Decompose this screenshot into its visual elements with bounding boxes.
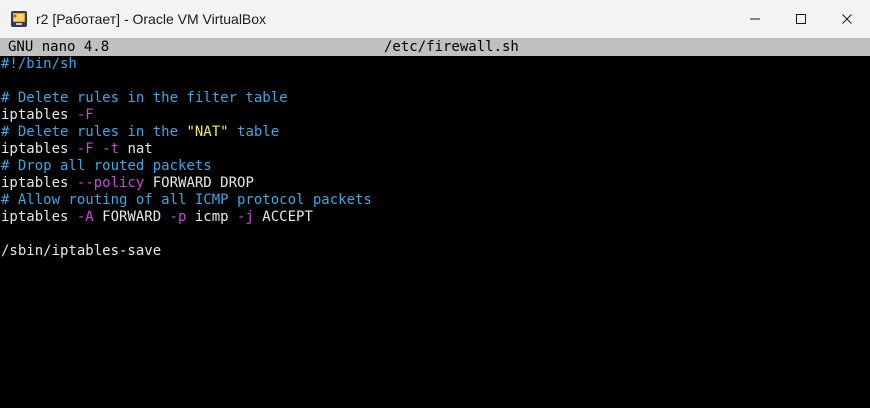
maximize-icon <box>796 14 806 24</box>
code-token: icmp <box>186 209 238 225</box>
code-token: ACCEPT <box>253 209 313 225</box>
code-token: # Drop all routed packets <box>1 158 212 174</box>
code-token: nat <box>119 141 153 157</box>
code-token: iptables <box>1 107 77 123</box>
close-icon <box>842 14 852 24</box>
minimize-icon <box>750 18 760 20</box>
code-token: -A <box>76 209 94 225</box>
code-token: # Allow routing of all ICMP protocol pac… <box>1 192 372 208</box>
window-title: r2 [Работает] - Oracle VM VirtualBox <box>36 11 267 27</box>
code-token: # Delete rules in the <box>1 124 187 140</box>
editor-line: iptables -A FORWARD -p icmp -j ACCEPT <box>0 209 870 226</box>
nano-filename: /etc/firewall.sh <box>384 39 519 55</box>
nano-version: GNU nano 4.8 <box>8 39 110 55</box>
virtualbox-window: r2 [Работает] - Oracle VM VirtualBox GNU… <box>0 0 870 408</box>
code-token: -t <box>102 141 120 157</box>
minimize-button[interactable] <box>732 0 778 38</box>
editor-line: #!/bin/sh <box>0 56 870 73</box>
nano-title-bar: GNU nano 4.8 /etc/firewall.sh <box>0 38 870 56</box>
code-token: FORWARD <box>93 209 170 225</box>
code-token: -j <box>237 209 254 225</box>
code-token: -p <box>169 209 187 225</box>
code-token: --policy <box>76 175 145 191</box>
editor-line: # Drop all routed packets <box>0 158 870 175</box>
editor-line: iptables -F <box>0 107 870 124</box>
code-token: # Delete rules in the filter table <box>1 90 288 106</box>
editor-line: # Delete rules in the filter table <box>0 90 870 107</box>
editor-line: iptables -F -t nat <box>0 141 870 158</box>
code-token: iptables <box>1 141 77 157</box>
virtualbox-icon <box>11 11 27 27</box>
code-token: iptables <box>1 175 77 191</box>
code-token: iptables <box>1 209 77 225</box>
code-token: FORWARD DROP <box>144 175 254 191</box>
editor-line: /sbin/iptables-save <box>0 243 870 260</box>
code-token: -F <box>76 107 94 123</box>
title-bar[interactable]: r2 [Работает] - Oracle VM VirtualBox <box>0 0 870 38</box>
code-token: "NAT" <box>186 124 229 140</box>
code-token: #!/bin/sh <box>1 56 77 72</box>
editor-line: # Allow routing of all ICMP protocol pac… <box>0 192 870 209</box>
close-button[interactable] <box>824 0 870 38</box>
window-controls <box>732 0 870 38</box>
code-token: -F <box>76 141 94 157</box>
editor-line: # Delete rules in the "NAT" table <box>0 124 870 141</box>
code-token: table <box>228 124 280 140</box>
code-token: /sbin/iptables-save <box>1 243 162 259</box>
editor-area[interactable]: #!/bin/sh # Delete rules in the filter ta… <box>0 56 870 408</box>
editor-line: iptables --policy FORWARD DROP <box>0 175 870 192</box>
maximize-button[interactable] <box>778 0 824 38</box>
